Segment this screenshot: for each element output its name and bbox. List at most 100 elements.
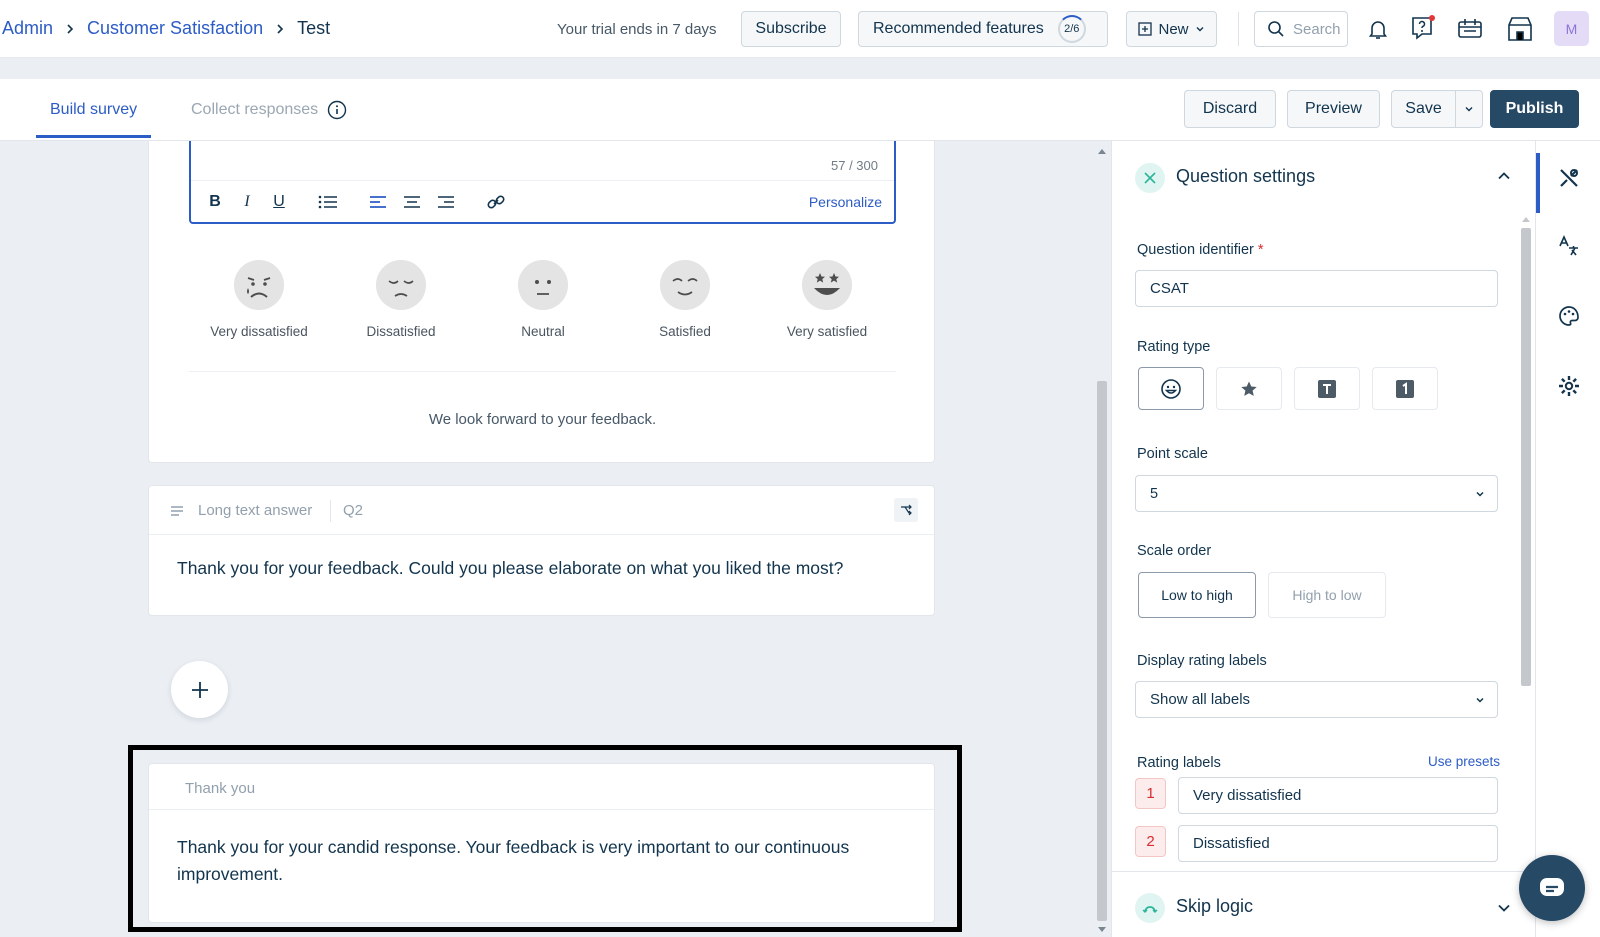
trial-notice: Your trial ends in 7 days <box>557 21 717 38</box>
scroll-up-arrow-icon[interactable] <box>1097 147 1107 155</box>
rating-type-number[interactable] <box>1372 367 1438 410</box>
save-button[interactable]: Save <box>1391 90 1456 128</box>
chat-widget-button[interactable] <box>1519 855 1585 921</box>
scrollbar-thumb[interactable] <box>1097 381 1107 921</box>
subscribe-button[interactable]: Subscribe <box>741 11 841 47</box>
point-scale-select[interactable]: 5 <box>1135 475 1498 512</box>
identifier-input[interactable]: CSAT <box>1135 270 1498 307</box>
scroll-up-arrow-icon[interactable] <box>1522 216 1530 222</box>
thank-you-text: Thank you for your candid response. Your… <box>177 837 850 884</box>
align-center-icon[interactable] <box>401 193 423 211</box>
breadcrumb-admin[interactable]: Admin <box>2 18 53 39</box>
identifier-value: CSAT <box>1150 280 1189 297</box>
breadcrumb-section[interactable]: Customer Satisfaction <box>87 18 263 39</box>
gear-icon[interactable] <box>1554 371 1584 401</box>
breadcrumb: Admin Customer Satisfaction Test <box>2 18 330 39</box>
align-left-icon[interactable] <box>367 193 389 211</box>
add-question-button[interactable] <box>171 661 228 718</box>
rating-labels-label: Rating labels <box>1137 755 1221 771</box>
rating-type-star[interactable] <box>1216 367 1282 410</box>
scale-order-high-low[interactable]: High to low <box>1268 572 1386 618</box>
avatar[interactable]: M <box>1554 11 1589 46</box>
add-square-icon <box>1138 22 1153 36</box>
branching-icon[interactable] <box>894 498 918 522</box>
rating-option[interactable]: Satisfied <box>620 260 750 339</box>
rating-label-input[interactable]: Very dissatisfied <box>1178 777 1498 814</box>
preview-button[interactable]: Preview <box>1287 90 1380 128</box>
use-presets-link[interactable]: Use presets <box>1428 754 1500 769</box>
announcements-icon[interactable] <box>1453 13 1487 45</box>
plus-icon <box>191 681 208 698</box>
chevron-up-icon[interactable] <box>1497 169 1511 183</box>
active-tab-indicator <box>36 135 151 138</box>
rating-option-label: Very satisfied <box>786 324 868 339</box>
tools-icon[interactable] <box>1554 163 1584 193</box>
save-label: Save <box>1405 100 1442 117</box>
panel-scrollbar[interactable] <box>1520 216 1532 856</box>
link-icon[interactable] <box>485 193 507 211</box>
tab-build-survey[interactable]: Build survey <box>50 101 137 119</box>
bell-icon[interactable] <box>1363 14 1393 44</box>
preview-label: Preview <box>1305 100 1362 117</box>
rating-option-label: Dissatisfied <box>366 324 436 339</box>
info-icon[interactable] <box>327 100 347 120</box>
chat-icon <box>1540 878 1564 896</box>
progress-ring: 2/6 <box>1057 15 1086 43</box>
scrollbar-thumb[interactable] <box>1521 228 1531 686</box>
rating-type-text[interactable] <box>1294 367 1360 410</box>
question-card-q2[interactable]: Long text answer Q2 Thank you for your f… <box>148 485 935 616</box>
rating-label-input[interactable]: Dissatisfied <box>1178 825 1498 862</box>
rating-type-emoji[interactable] <box>1138 367 1204 410</box>
thank-you-card[interactable]: Thank you Thank you for your candid resp… <box>148 763 935 923</box>
recommended-features-button[interactable]: Recommended features 2/6 <box>858 11 1108 47</box>
rating-label-number: 1 <box>1135 778 1166 809</box>
scroll-down-arrow-icon[interactable] <box>1097 926 1107 934</box>
bold-icon[interactable]: B <box>205 193 225 211</box>
recommended-label: Recommended features <box>873 20 1044 37</box>
rating-label-value: Very dissatisfied <box>1193 787 1302 804</box>
canvas-scrollbar[interactable] <box>1095 141 1109 937</box>
discard-button[interactable]: Discard <box>1184 90 1276 128</box>
display-labels-select[interactable]: Show all labels <box>1135 681 1498 718</box>
align-right-icon[interactable] <box>435 193 457 211</box>
personalize-link[interactable]: Personalize <box>809 194 882 210</box>
point-scale-label: Point scale <box>1137 446 1208 462</box>
chevron-right-icon <box>67 23 74 34</box>
smiley-icon <box>1161 378 1181 399</box>
question-settings-panel: Question settings Question identifier * … <box>1111 141 1536 937</box>
rating-option[interactable]: Very dissatisfied <box>194 260 324 339</box>
translate-icon[interactable] <box>1554 231 1584 261</box>
rating-option[interactable]: Neutral <box>478 260 608 339</box>
rating-option[interactable]: Very satisfied <box>762 260 892 339</box>
new-button[interactable]: New <box>1126 11 1217 47</box>
rating-scale: Very dissatisfied Dissatisfied Neutral S… <box>188 260 898 339</box>
rich-text-editor[interactable]: 57 / 300 B I U Personalize <box>189 141 896 224</box>
divider <box>1112 871 1536 872</box>
publish-button[interactable]: Publish <box>1490 90 1579 128</box>
settings-title: Question settings <box>1176 166 1316 186</box>
rating-option-label: Very dissatisfied <box>210 324 308 339</box>
chevron-down-icon <box>1476 491 1484 497</box>
formatting-toolbar: B I U <box>205 187 507 217</box>
rating-option[interactable]: Dissatisfied <box>336 260 466 339</box>
long-text-icon <box>171 506 183 516</box>
point-scale-value: 5 <box>1150 485 1159 502</box>
chevron-down-icon[interactable] <box>1497 901 1511 915</box>
skip-logic-title[interactable]: Skip logic <box>1176 896 1253 917</box>
search-icon <box>1268 21 1284 37</box>
tab-collect-responses[interactable]: Collect responses <box>191 101 318 119</box>
bullet-list-icon[interactable] <box>317 193 339 211</box>
question-type-label: Long text answer <box>198 502 313 519</box>
underline-icon[interactable]: U <box>269 193 289 211</box>
subscribe-label: Subscribe <box>755 20 827 37</box>
search-box[interactable]: Search <box>1254 11 1348 47</box>
italic-icon[interactable]: I <box>237 193 257 211</box>
number-box-icon <box>1396 379 1414 398</box>
help-icon[interactable] <box>1406 12 1438 44</box>
scale-order-low-high[interactable]: Low to high <box>1138 572 1256 618</box>
palette-icon[interactable] <box>1554 301 1584 331</box>
save-options-dropdown[interactable] <box>1455 90 1483 128</box>
active-rail-indicator <box>1536 153 1540 213</box>
marketplace-icon[interactable] <box>1503 12 1537 46</box>
text-box-icon <box>1318 379 1336 398</box>
